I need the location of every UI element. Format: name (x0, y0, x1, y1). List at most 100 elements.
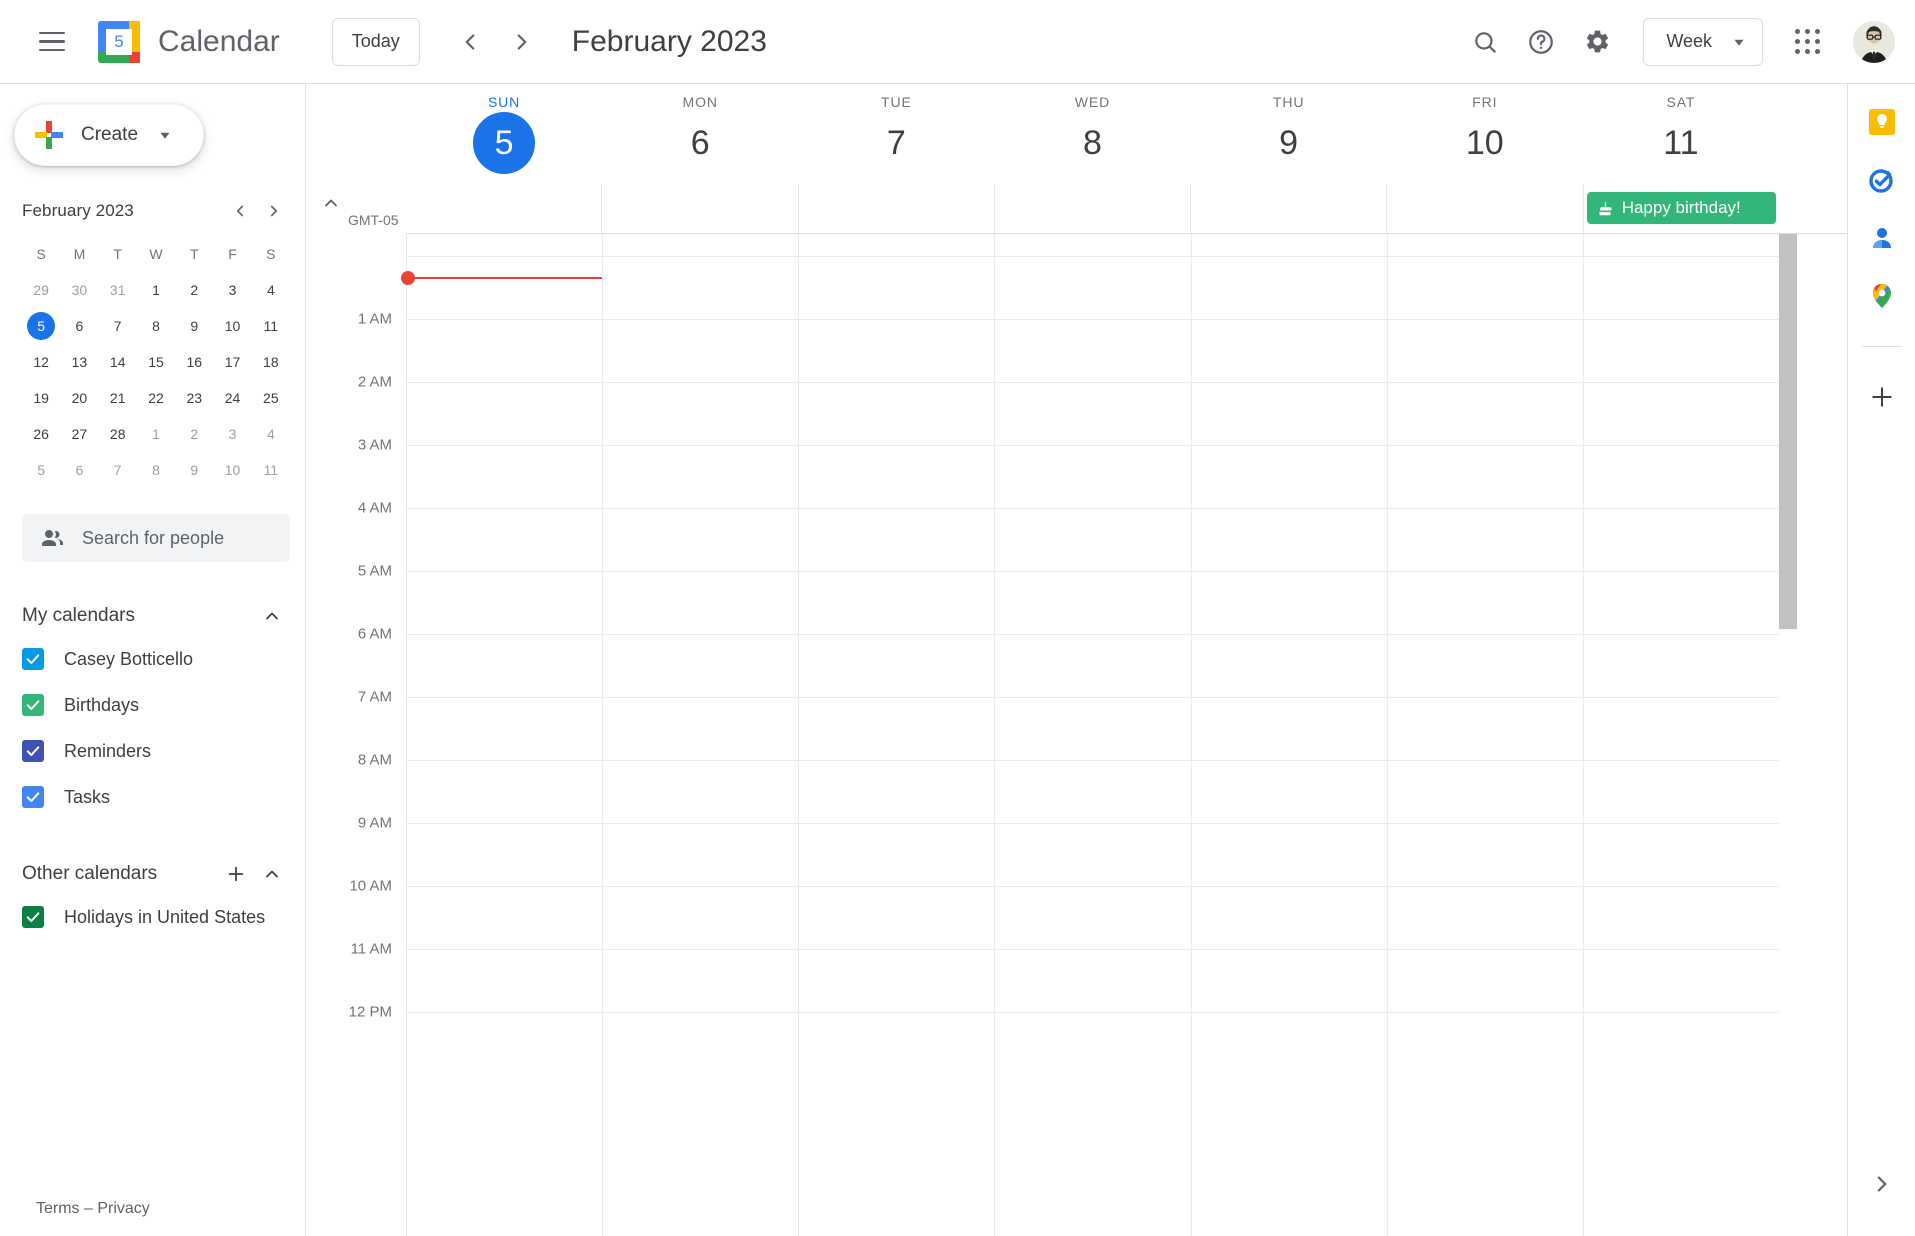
day-header-number[interactable]: 9 (1258, 112, 1320, 174)
calendar-list-item[interactable]: Holidays in United States (22, 894, 290, 940)
mini-calendar-day[interactable]: 11 (257, 456, 285, 484)
mini-calendar-prev-icon[interactable] (223, 194, 257, 228)
mini-calendar-day[interactable]: 6 (65, 312, 93, 340)
mini-calendar-day[interactable]: 18 (257, 348, 285, 376)
mini-calendar-day[interactable]: 13 (65, 348, 93, 376)
mini-calendar-day[interactable]: 21 (104, 384, 132, 412)
mini-calendar-day[interactable]: 1 (142, 276, 170, 304)
mini-calendar-day[interactable]: 15 (142, 348, 170, 376)
day-header-number[interactable]: 8 (1061, 112, 1123, 174)
day-header-number[interactable]: 10 (1454, 112, 1516, 174)
mini-calendar-day[interactable]: 3 (219, 420, 247, 448)
all-day-cell[interactable] (797, 184, 994, 233)
calendar-list-item[interactable]: Reminders (22, 728, 290, 774)
mini-calendar-day[interactable]: 25 (257, 384, 285, 412)
day-header[interactable]: WED 8 (994, 84, 1190, 184)
day-column[interactable] (994, 234, 1190, 1236)
mini-calendar-day[interactable]: 12 (27, 348, 55, 376)
google-tasks-icon[interactable] (1866, 164, 1898, 196)
mini-calendar-day[interactable]: 7 (104, 456, 132, 484)
calendar-checkbox[interactable] (22, 740, 44, 762)
all-day-event-chip[interactable]: Happy birthday! (1586, 192, 1776, 224)
mini-calendar-day[interactable]: 29 (27, 276, 55, 304)
other-calendars-header[interactable]: Other calendars (22, 854, 290, 894)
mini-calendar-day[interactable]: 1 (142, 420, 170, 448)
avatar[interactable] (1853, 20, 1895, 63)
my-calendars-collapse-icon[interactable] (254, 598, 290, 634)
google-keep-icon[interactable] (1866, 106, 1898, 138)
search-icon[interactable] (1461, 18, 1509, 66)
settings-gear-icon[interactable] (1573, 18, 1621, 66)
mini-calendar-day[interactable]: 6 (65, 456, 93, 484)
mini-calendar-day[interactable]: 28 (104, 420, 132, 448)
day-header-number[interactable]: 6 (669, 112, 731, 174)
day-header[interactable]: FRI 10 (1387, 84, 1583, 184)
mini-calendar-day[interactable]: 5 (27, 312, 56, 340)
mini-calendar-day[interactable]: 16 (180, 348, 208, 376)
calendar-logo[interactable]: 5 Calendar (98, 20, 280, 63)
mini-calendar-day[interactable]: 14 (104, 348, 132, 376)
create-button[interactable]: Create (14, 104, 204, 166)
view-selector[interactable]: Week (1643, 17, 1763, 66)
main-menu-icon[interactable] (28, 18, 76, 66)
mini-calendar-day[interactable]: 19 (27, 384, 55, 412)
mini-calendar-day[interactable]: 22 (142, 384, 170, 412)
mini-calendar-day[interactable]: 10 (219, 312, 247, 340)
day-column[interactable] (1386, 234, 1583, 1236)
calendar-list-item[interactable]: Casey Botticello (22, 636, 290, 682)
mini-calendar-day[interactable]: 7 (104, 312, 132, 340)
mini-calendar-day[interactable]: 5 (27, 456, 55, 484)
mini-calendar-day[interactable]: 9 (180, 312, 208, 340)
calendar-checkbox[interactable] (22, 694, 44, 716)
day-header[interactable]: MON 6 (602, 84, 798, 184)
mini-calendar-day[interactable]: 26 (27, 420, 55, 448)
google-contacts-icon[interactable] (1866, 222, 1898, 254)
mini-calendar-day[interactable]: 4 (257, 276, 285, 304)
collapse-all-day-icon[interactable] (318, 190, 344, 216)
mini-calendar-day[interactable]: 4 (257, 420, 285, 448)
calendar-list-item[interactable]: Birthdays (22, 682, 290, 728)
day-header-number[interactable]: 5 (473, 112, 536, 174)
day-header[interactable]: TUE 7 (798, 84, 994, 184)
calendar-checkbox[interactable] (22, 906, 44, 928)
all-day-cell[interactable] (1190, 184, 1386, 233)
mini-calendar-day[interactable]: 2 (180, 420, 208, 448)
mini-calendar-day[interactable]: 10 (219, 456, 247, 484)
previous-week-icon[interactable] (446, 18, 494, 66)
mini-calendar-day[interactable]: 8 (142, 312, 170, 340)
day-header[interactable]: SAT 11 (1583, 84, 1779, 184)
calendar-checkbox[interactable] (22, 786, 44, 808)
all-day-cell[interactable] (1386, 184, 1582, 233)
next-week-icon[interactable] (498, 18, 546, 66)
google-apps-icon[interactable] (1783, 18, 1831, 66)
mini-calendar-day[interactable]: 2 (180, 276, 208, 304)
mini-calendar-day[interactable]: 23 (180, 384, 208, 412)
all-day-cell[interactable] (406, 184, 601, 233)
expand-side-panel-icon[interactable] (1869, 1171, 1895, 1202)
add-ons-plus-icon[interactable] (1866, 381, 1898, 413)
mini-calendar-day[interactable]: 17 (219, 348, 247, 376)
add-other-calendar-icon[interactable] (218, 856, 254, 892)
mini-calendar-day[interactable]: 9 (180, 456, 208, 484)
search-for-people-input[interactable]: Search for people (22, 514, 290, 562)
day-column[interactable] (1582, 234, 1779, 1236)
day-column[interactable] (798, 234, 994, 1236)
all-day-cell[interactable] (993, 184, 1190, 233)
mini-calendar-day[interactable]: 27 (65, 420, 93, 448)
google-maps-icon[interactable] (1866, 280, 1898, 312)
mini-calendar-day[interactable]: 3 (219, 276, 247, 304)
day-header-number[interactable]: 7 (865, 112, 927, 174)
mini-calendar-day[interactable]: 31 (104, 276, 132, 304)
day-header[interactable]: THU 9 (1191, 84, 1387, 184)
other-calendars-collapse-icon[interactable] (254, 856, 290, 892)
mini-calendar-next-icon[interactable] (257, 194, 291, 228)
vertical-scrollbar-thumb[interactable] (1779, 234, 1797, 629)
mini-calendar-day[interactable]: 8 (142, 456, 170, 484)
calendar-checkbox[interactable] (22, 648, 44, 670)
today-button[interactable]: Today (331, 17, 420, 66)
mini-calendar-day[interactable]: 20 (65, 384, 93, 412)
day-column[interactable] (602, 234, 798, 1236)
mini-calendar-day[interactable]: 11 (257, 312, 285, 340)
vertical-scrollbar[interactable] (1779, 234, 1797, 1236)
all-day-cell[interactable] (601, 184, 797, 233)
